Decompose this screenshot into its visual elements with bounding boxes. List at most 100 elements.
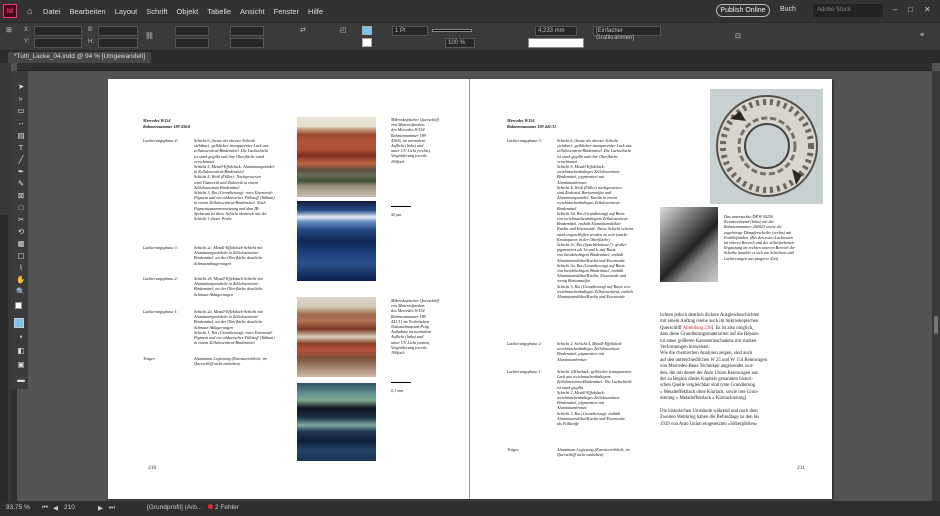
scale-x-field[interactable] <box>175 26 209 36</box>
menu-fenster[interactable]: Fenster <box>274 7 299 16</box>
default-colors-icon[interactable] <box>15 302 22 309</box>
normal-view-icon[interactable]: ◧ <box>14 346 28 356</box>
selection-tool-icon[interactable]: ➤ <box>14 82 28 92</box>
last-page-icon[interactable]: ⏭ <box>109 504 115 512</box>
stock-search-input[interactable]: Adobe Stock <box>813 4 883 17</box>
prev-page-icon[interactable]: ◀ <box>53 504 58 512</box>
menu-schrift[interactable]: Schrift <box>146 7 167 16</box>
scroll-thumb[interactable] <box>934 316 938 334</box>
menu-datei[interactable]: Datei <box>43 7 61 16</box>
next-page-icon[interactable]: ▶ <box>98 504 103 512</box>
stroke-type-select[interactable] <box>432 29 472 32</box>
fitting-icon[interactable]: ⊡ <box>735 32 741 40</box>
gap-tool-icon[interactable]: ↔ <box>14 118 28 128</box>
error-dot-icon <box>208 504 213 509</box>
y-label: Y: <box>24 39 30 45</box>
workspace-switcher[interactable]: Buch <box>780 6 796 13</box>
free-transform-tool-icon[interactable]: ⟲ <box>14 227 28 237</box>
menu-layout[interactable]: Layout <box>115 7 138 16</box>
micrograph-caption-1: Mikroskopischer Querschliff von Materialp… <box>391 117 446 164</box>
left-row-label: Lackierungsphase 1: <box>143 309 179 314</box>
document-tab[interactable]: *Tutti_Lacke_04.indd @ 94 % [Umgewandelt… <box>8 52 152 63</box>
pencil-tool-icon[interactable]: ✎ <box>14 179 28 189</box>
width-field[interactable] <box>98 26 138 36</box>
left-header-line2: Rahmennummer 189 436/6 <box>143 124 191 129</box>
maximize-icon[interactable]: □ <box>908 5 913 14</box>
height-field[interactable] <box>98 38 138 48</box>
right-header-line2: Rahmennummer 189 441/11 <box>507 124 557 129</box>
menu-ansicht[interactable]: Ansicht <box>240 7 265 16</box>
line-tool-icon[interactable]: ╱ <box>14 155 28 165</box>
left-row-label: Träger: <box>143 356 156 361</box>
note-tool-icon[interactable]: ▢ <box>14 251 28 261</box>
rotate-field[interactable] <box>230 26 264 36</box>
micrograph-normal-light-2 <box>297 297 376 377</box>
y-field[interactable] <box>34 38 82 48</box>
corner-size-field[interactable]: 4,233 mm <box>535 26 577 36</box>
eyedropper-tool-icon[interactable]: ⌇ <box>14 263 28 273</box>
reference-point-icon[interactable]: ⊞ <box>6 26 12 34</box>
preflight-error-count: 2 Fehler <box>215 504 239 511</box>
apply-color-icon[interactable]: ▪ <box>14 332 28 342</box>
stroke-weight-field[interactable]: 1 Pt <box>392 26 428 36</box>
object-style-select[interactable]: [Einfacher Grafikrahmen] <box>593 26 661 41</box>
shear-field[interactable] <box>230 38 264 48</box>
scale-label-2: 0,1 mm <box>391 388 404 393</box>
left-row-line: Schmutzablagerungen <box>194 260 232 266</box>
content-collector-icon[interactable]: ▤ <box>14 131 28 141</box>
micrograph-normal-light-1 <box>297 117 376 197</box>
zoom-level[interactable]: 93,75 % <box>6 504 30 511</box>
micrograph-caption-2: Mikroskopischer Querschliff von Materialp… <box>391 298 446 355</box>
flip-icon[interactable]: ⇄ <box>300 26 306 34</box>
right-row-label: Träger: <box>507 447 520 452</box>
hand-tool-icon[interactable]: ✋ <box>14 275 28 285</box>
figure-reference-link[interactable]: Abbildung 236 <box>683 326 712 331</box>
preflight-errors[interactable]: 2 Fehler <box>208 504 239 511</box>
document-tab-bar: *Tutti_Lacke_04.indd @ 94 % [Umgewandelt… <box>0 51 940 63</box>
menu-bearbeiten[interactable]: Bearbeiten <box>69 7 105 16</box>
horizontal-ruler[interactable] <box>17 63 932 71</box>
vertical-scrollbar[interactable] <box>932 71 940 501</box>
left-row-line: Querschliff nicht enthalten) <box>194 361 241 367</box>
right-body-text: lichten jedoch deutlich dickere Ausgleic… <box>660 313 824 428</box>
left-row-text: Schicht 2b, Metall-Effektlack-Schicht mi… <box>194 276 294 297</box>
page-tool-icon[interactable]: ▭ <box>14 106 28 116</box>
micrograph-uv-light-1 <box>297 201 376 281</box>
menu-tabelle[interactable]: Tabelle <box>207 7 231 16</box>
right-row-text: Aluminium Legierung (Karosserieblech, im… <box>557 447 657 457</box>
stroke-color-preview[interactable] <box>528 38 584 48</box>
x-field[interactable] <box>34 26 82 36</box>
constrain-proportions-icon[interactable]: ⛓ <box>145 32 154 40</box>
zoom-tool-icon[interactable]: 🔍 <box>14 287 28 297</box>
screen-mode-icon[interactable]: ▣ <box>14 360 28 370</box>
right-row-text: Schicht 1(Klarlack: gelblicher transpare… <box>557 369 657 426</box>
right-row-label: Lackierungsphase 1: <box>507 369 543 374</box>
preflight-profile[interactable]: [Grundprofil] (Arb... <box>147 504 202 511</box>
menu-hilfe[interactable]: Hilfe <box>308 7 323 16</box>
direct-selection-tool-icon[interactable]: ▹ <box>14 94 28 104</box>
rectangle-frame-tool-icon[interactable]: ⊠ <box>14 191 28 201</box>
type-tool-icon[interactable]: T <box>14 143 28 153</box>
first-page-icon[interactable]: ⏮ <box>42 504 48 512</box>
scissors-tool-icon[interactable]: ✂ <box>14 215 28 225</box>
caption-line: 100fach <box>391 350 405 356</box>
opacity-field[interactable]: 100 % <box>445 38 475 48</box>
fill-color-icon[interactable] <box>14 318 24 328</box>
scale-y-field[interactable] <box>175 38 209 48</box>
pen-tool-icon[interactable]: ✒ <box>14 167 28 177</box>
select-container-icon[interactable]: ◰ <box>340 26 347 34</box>
scale-label-1: 50 μm <box>391 212 402 217</box>
panel-menu-icon[interactable]: ≡ <box>920 32 924 39</box>
close-icon[interactable]: ✕ <box>924 5 931 14</box>
page-number-field[interactable]: 210 <box>64 504 75 511</box>
home-icon[interactable]: ⌂ <box>27 6 32 16</box>
preview-mode-icon[interactable]: ▬ <box>14 375 28 385</box>
right-row-line: Querschliff nicht enthalten) <box>557 452 604 458</box>
publish-online-button[interactable]: Publish Online <box>716 4 770 17</box>
gradient-tool-icon[interactable]: ▦ <box>14 239 28 249</box>
menu-objekt[interactable]: Objekt <box>177 7 199 16</box>
fill-swatch[interactable] <box>362 26 372 35</box>
stroke-swatch[interactable] <box>362 38 372 47</box>
minimize-icon[interactable]: – <box>893 5 897 14</box>
rectangle-tool-icon[interactable]: □ <box>14 203 28 213</box>
